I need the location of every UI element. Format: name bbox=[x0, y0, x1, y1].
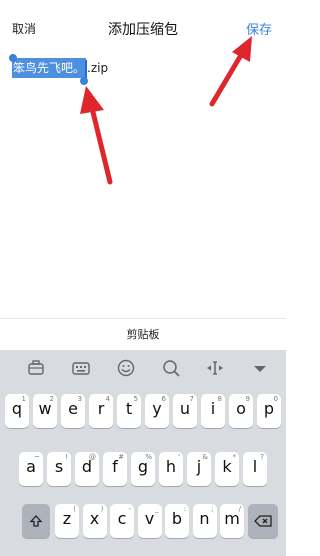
selection-handle-start[interactable] bbox=[9, 54, 17, 62]
key-hint: ( bbox=[73, 505, 76, 513]
key-z[interactable]: (z bbox=[55, 504, 79, 538]
key-hint: ' bbox=[178, 453, 180, 461]
key-b[interactable]: :b bbox=[165, 504, 189, 538]
key-hint: # bbox=[118, 453, 124, 461]
keyboard-icon[interactable] bbox=[71, 358, 91, 378]
key-y[interactable]: 6y bbox=[145, 394, 169, 428]
key-hint: * bbox=[232, 453, 237, 461]
key-hint: 5 bbox=[133, 395, 138, 403]
key-c[interactable]: -c bbox=[110, 504, 134, 538]
key-hint: 6 bbox=[161, 395, 166, 403]
key-o[interactable]: 9o bbox=[229, 394, 253, 428]
key-m[interactable]: / m bbox=[220, 504, 244, 538]
key-n[interactable]: ; n bbox=[192, 504, 217, 538]
key-hint: @ bbox=[89, 453, 96, 461]
key-hint: - bbox=[128, 505, 131, 513]
toolbox-icon[interactable] bbox=[26, 358, 46, 378]
key-hint: ) bbox=[100, 505, 104, 513]
key-p[interactable]: 0p bbox=[257, 394, 281, 428]
key-hint: ~ bbox=[34, 453, 40, 461]
key-hint: 0 bbox=[273, 395, 278, 403]
key-t[interactable]: 5t bbox=[117, 394, 141, 428]
page-title: 添加压缩包 bbox=[108, 22, 178, 38]
key-h[interactable]: ' h bbox=[159, 452, 183, 486]
backspace-key[interactable] bbox=[248, 504, 278, 538]
key-w[interactable]: 2w bbox=[33, 394, 57, 428]
key-s[interactable]: ! s bbox=[47, 452, 71, 486]
clipboard-bar[interactable]: 剪贴板 bbox=[0, 318, 286, 350]
emoji-icon[interactable] bbox=[116, 358, 136, 378]
key-hint: 8 bbox=[217, 395, 222, 403]
top-bar: 取消 添加压缩包 保存 bbox=[0, 0, 286, 52]
key-hint: / bbox=[238, 505, 241, 513]
filename-input[interactable]: 笨鸟先飞吧。 .zip bbox=[12, 58, 108, 80]
keyboard: 1q2w3e4r5t6y7u8i9o0p ~ a! s @ d # f% g ' h & j * k? l … bbox=[0, 350, 286, 556]
key-f[interactable]: # f bbox=[103, 452, 127, 486]
file-extension: .zip bbox=[87, 61, 109, 75]
key-r[interactable]: 4r bbox=[89, 394, 113, 428]
key-k[interactable]: * k bbox=[215, 452, 239, 486]
clipboard-label: 剪贴板 bbox=[126, 328, 160, 341]
key-q[interactable]: 1q bbox=[5, 394, 29, 428]
key-hint: ! bbox=[65, 453, 68, 461]
key-hint: : bbox=[183, 505, 186, 513]
search-icon[interactable] bbox=[161, 358, 181, 378]
key-hint: 3 bbox=[77, 395, 82, 403]
key-hint: 7 bbox=[189, 395, 194, 403]
key-hint: 1 bbox=[21, 395, 26, 403]
key-x[interactable]: ) x bbox=[82, 504, 107, 538]
key-hint: & bbox=[202, 453, 208, 461]
key-d[interactable]: @ d bbox=[75, 452, 99, 486]
key-hint: 4 bbox=[105, 395, 110, 403]
key-j[interactable]: & j bbox=[187, 452, 211, 486]
key-hint: ; bbox=[211, 505, 214, 513]
cursor-move-icon[interactable] bbox=[205, 358, 225, 378]
key-e[interactable]: 3e bbox=[61, 394, 85, 428]
annotation-arrow-filename bbox=[80, 86, 113, 185]
save-button[interactable]: 保存 bbox=[246, 19, 272, 38]
shift-key[interactable] bbox=[22, 504, 50, 538]
collapse-icon[interactable] bbox=[250, 358, 270, 378]
key-g[interactable]: % g bbox=[131, 452, 155, 486]
selected-text[interactable]: 笨鸟先飞吧。 bbox=[12, 58, 87, 78]
key-hint: 2 bbox=[49, 395, 54, 403]
keyboard-toolbar bbox=[0, 350, 286, 386]
key-u[interactable]: 7u bbox=[173, 394, 197, 428]
key-v[interactable]: _ v bbox=[137, 504, 162, 538]
key-hint: 9 bbox=[245, 395, 250, 403]
key-hint: % bbox=[145, 453, 152, 461]
key-a[interactable]: ~ a bbox=[19, 452, 43, 486]
key-hint: ? bbox=[260, 453, 264, 461]
selection-handle-end[interactable] bbox=[80, 77, 88, 85]
key-i[interactable]: 8i bbox=[201, 394, 225, 428]
key-l[interactable]: ? l bbox=[243, 452, 267, 486]
key-hint: _ bbox=[155, 505, 159, 513]
